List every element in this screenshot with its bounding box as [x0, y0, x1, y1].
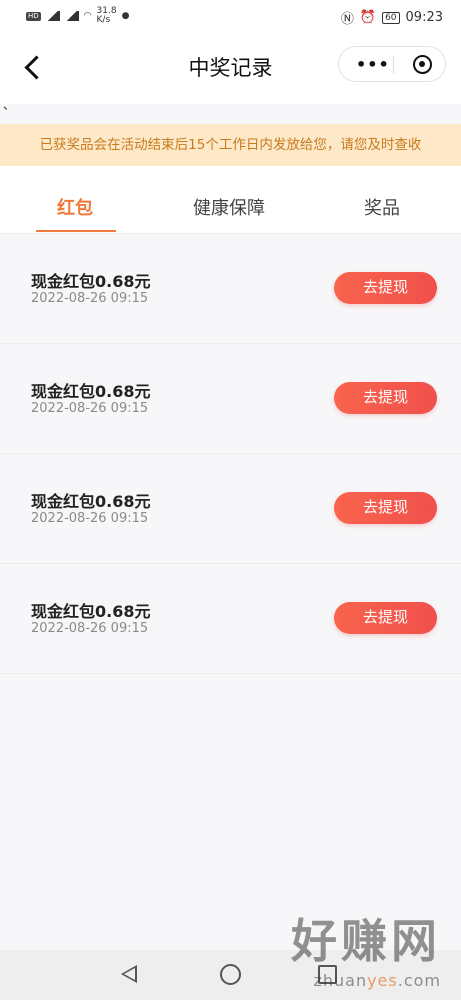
withdraw-button[interactable]: 去提现	[334, 272, 437, 304]
record-title: 现金红包0.68元	[31, 602, 151, 621]
record-time: 2022-08-26 09:15	[31, 291, 149, 306]
active-tab-indicator	[36, 230, 116, 232]
watermark: 好赚网 zhuanyes.com	[291, 905, 441, 990]
capsule-divider	[393, 56, 394, 74]
list-item: 现金红包0.68元 2022-08-26 09:15 去提现	[0, 564, 461, 674]
alarm-icon: ⏰	[359, 10, 377, 25]
system-back-icon[interactable]	[121, 965, 137, 983]
status-right: Ⓝ ⏰ 60 09:23	[341, 8, 443, 27]
watermark-logo: 好赚网	[291, 914, 441, 968]
tab-health-protection[interactable]: 健康保障	[193, 194, 265, 220]
withdraw-button[interactable]: 去提现	[334, 492, 437, 524]
wifi-icon: ◠	[83, 11, 92, 21]
message-icon: ●	[121, 11, 130, 21]
withdraw-button[interactable]: 去提现	[334, 602, 437, 634]
list-item: 现金红包0.68元 2022-08-26 09:15 去提现	[0, 344, 461, 454]
tab-red-envelope[interactable]: 红包	[57, 194, 93, 220]
watermark-url: zhuanyes.com	[291, 971, 441, 990]
network-speed: 31.8 K/s	[96, 6, 117, 25]
list-item: 现金红包0.68元 2022-08-26 09:15 去提现	[0, 234, 461, 344]
tab-bar: 红包 健康保障 奖品	[0, 166, 461, 234]
status-bar: HD ◠ 31.8 K/s ● Ⓝ ⏰ 60 09:23	[0, 0, 461, 34]
signal-icon	[45, 11, 60, 21]
record-time: 2022-08-26 09:15	[31, 621, 149, 636]
watermark-url-suffix: .com	[397, 971, 441, 990]
status-time: 09:23	[405, 10, 443, 25]
navigation-bar: 中奖记录 •••	[0, 34, 461, 104]
more-dots-icon[interactable]: •••	[356, 55, 390, 74]
stray-mark: 、	[3, 98, 16, 112]
hd-badge: HD	[26, 11, 41, 21]
tab-prizes[interactable]: 奖品	[364, 194, 400, 220]
record-time: 2022-08-26 09:15	[31, 511, 149, 526]
withdraw-button[interactable]: 去提现	[334, 382, 437, 414]
miniprogram-capsule: •••	[338, 46, 446, 82]
system-home-icon[interactable]	[220, 964, 241, 985]
record-title: 现金红包0.68元	[31, 492, 151, 511]
battery-indicator: 60	[382, 11, 400, 24]
record-title: 现金红包0.68元	[31, 272, 151, 291]
notice-banner: 已获奖品会在活动结束后15个工作日内发放给您，请您及时查收	[0, 124, 461, 166]
watermark-url-highlight: yes	[367, 971, 398, 990]
nfc-icon: Ⓝ	[340, 12, 354, 27]
record-list: 现金红包0.68元 2022-08-26 09:15 去提现 现金红包0.68元…	[0, 234, 461, 674]
record-title: 现金红包0.68元	[31, 382, 151, 401]
watermark-url-part: zhuan	[313, 971, 368, 990]
status-left: HD ◠ 31.8 K/s ●	[26, 7, 129, 25]
signal-icon-2	[64, 11, 79, 21]
list-item: 现金红包0.68元 2022-08-26 09:15 去提现	[0, 454, 461, 564]
record-time: 2022-08-26 09:15	[31, 401, 149, 416]
close-target-icon[interactable]	[413, 55, 432, 74]
